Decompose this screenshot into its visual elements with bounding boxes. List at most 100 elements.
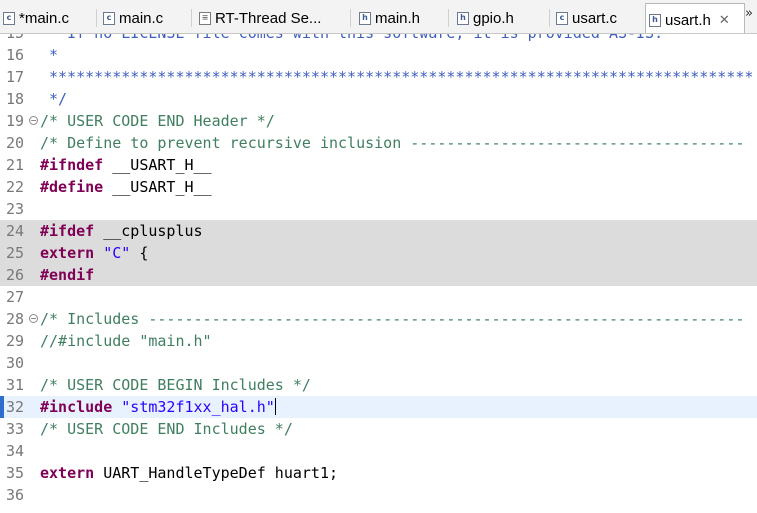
code-line: 15 * If no LICENSE file comes with this … <box>0 34 757 44</box>
line-number: 15 <box>6 34 30 44</box>
line-text: /* Define to prevent recursive inclusion… <box>40 134 745 152</box>
code-line: 16 * <box>0 44 757 66</box>
line-number: 30 <box>6 354 25 372</box>
code-line: 28 − /* Includes -----------------------… <box>0 308 757 330</box>
code-line: 21 #ifndef __USART_H__ <box>0 154 757 176</box>
keyword: #include <box>40 398 113 416</box>
code-line: 35 extern UART_HandleTypeDef huart1; <box>0 462 757 484</box>
tab-overflow-chevron-icon[interactable]: » <box>745 6 753 21</box>
tab-main-c-modified[interactable]: c *main.c <box>0 4 94 32</box>
code-rest: __USART_H__ <box>103 178 212 196</box>
code-editor[interactable]: 15 * If no LICENSE file comes with this … <box>0 34 757 513</box>
line-number: 29 <box>6 332 25 350</box>
tab-usart-c[interactable]: c usart.c <box>553 4 641 32</box>
code-line: 20 /* Define to prevent recursive inclus… <box>0 132 757 154</box>
line-text: #ifndef __USART_H__ <box>40 154 212 176</box>
text-caret <box>274 398 276 415</box>
code-line: 33 /* USER CODE END Includes */ <box>0 418 757 440</box>
line-text: #include "stm32f1xx_hal.h" <box>40 396 276 418</box>
line-text: /* Includes ----------------------------… <box>40 310 745 328</box>
tab-label: *main.c <box>19 9 70 27</box>
line-text: extern UART_HandleTypeDef huart1; <box>40 462 338 484</box>
line-text: ****************************************… <box>40 68 754 86</box>
tab-main-c[interactable]: c main.c <box>100 4 188 32</box>
code-rest: __USART_H__ <box>103 156 212 174</box>
h-file-icon: h <box>457 11 469 25</box>
tab-label: main.h <box>375 9 421 27</box>
line-number: 32 <box>6 398 25 416</box>
code-line: 27 <box>0 286 757 308</box>
line-number: 35 <box>6 464 25 482</box>
line-text: #endif <box>40 264 94 286</box>
line-number: 24 <box>6 222 25 240</box>
keyword: #define <box>40 178 104 196</box>
h-file-icon: h <box>359 11 371 25</box>
keyword: #endif <box>40 266 95 284</box>
line-number: 27 <box>6 288 25 306</box>
line-number: 22 <box>6 178 25 196</box>
code-line-inactive-block: 25 extern "C" { <box>0 242 757 264</box>
line-text: /* USER CODE END Header */ <box>40 112 275 130</box>
keyword: #ifdef <box>40 222 95 240</box>
code-line: 29 //#include "main.h" <box>0 330 757 352</box>
code-line: 17 *************************************… <box>0 66 757 88</box>
line-number: 23 <box>6 200 25 218</box>
code-line: 36 <box>0 484 757 506</box>
string-literal: "C" <box>103 244 131 262</box>
keyword: extern <box>40 244 95 262</box>
line-number: 25 <box>6 244 25 262</box>
line-number: 16 <box>6 46 25 64</box>
line-number: 18 <box>6 90 25 108</box>
tab-separator <box>448 9 449 27</box>
c-file-icon: c <box>556 11 568 25</box>
editor-tab-bar: c *main.c c main.c ≡ RT-Thread Se... h m… <box>0 0 757 34</box>
code-rest: { <box>130 244 149 262</box>
string-literal: "stm32f1xx_hal.h" <box>121 398 275 416</box>
line-text: */ <box>40 90 68 108</box>
code-line: 23 <box>0 198 757 220</box>
tab-usart-h-active[interactable]: h usart.h ✕ <box>645 3 745 33</box>
code-line: 34 <box>0 440 757 462</box>
code-line: 31 /* USER CODE BEGIN Includes */ <box>0 374 757 396</box>
h-file-icon: h <box>649 13 661 27</box>
line-text: #define __USART_H__ <box>40 176 212 198</box>
tab-main-h[interactable]: h main.h <box>356 4 444 32</box>
doc-file-icon: ≡ <box>199 11 211 25</box>
line-text: * <box>40 46 59 64</box>
line-number: 36 <box>6 486 25 504</box>
tab-separator <box>191 9 192 27</box>
line-number: 17 <box>6 68 25 86</box>
current-line-marker <box>0 396 4 418</box>
c-file-icon: c <box>3 11 15 25</box>
close-icon[interactable]: ✕ <box>719 13 730 28</box>
line-text: /* USER CODE BEGIN Includes */ <box>40 376 311 394</box>
line-number: 19 <box>6 112 25 130</box>
line-number: 21 <box>6 156 25 174</box>
line-number: 34 <box>6 442 25 460</box>
line-number: 26 <box>6 266 25 284</box>
tab-label: usart.h <box>665 11 711 29</box>
code-line: 18 */ <box>0 88 757 110</box>
code-line: 19 − /* USER CODE END Header */ <box>0 110 757 132</box>
keyword: #ifndef <box>40 156 104 174</box>
tab-rt-thread-settings[interactable]: ≡ RT-Thread Se... <box>196 4 336 32</box>
line-text: #ifdef __cplusplus <box>40 220 203 242</box>
line-number: 31 <box>6 376 25 394</box>
line-number: 20 <box>6 134 25 152</box>
current-code-line: 32 #include "stm32f1xx_hal.h" <box>0 396 757 418</box>
tab-gpio-h[interactable]: h gpio.h <box>454 4 544 32</box>
line-number: 33 <box>6 420 25 438</box>
keyword: extern <box>40 464 95 482</box>
line-text: * If no LICENSE file comes with this sof… <box>40 34 663 44</box>
fold-collapse-icon[interactable]: − <box>29 314 38 323</box>
line-text: //#include "main.h" <box>40 332 212 350</box>
fold-collapse-icon[interactable]: − <box>29 116 38 125</box>
tab-label: main.c <box>119 9 164 27</box>
code-line-inactive-block: 24 #ifdef __cplusplus <box>0 220 757 242</box>
line-number: 28 <box>6 310 25 328</box>
tab-label: usart.c <box>572 9 618 27</box>
code-line: 30 <box>0 352 757 374</box>
code-line-inactive-block: 26 #endif <box>0 264 757 286</box>
tab-label: RT-Thread Se... <box>215 9 322 27</box>
tab-separator <box>549 9 550 27</box>
